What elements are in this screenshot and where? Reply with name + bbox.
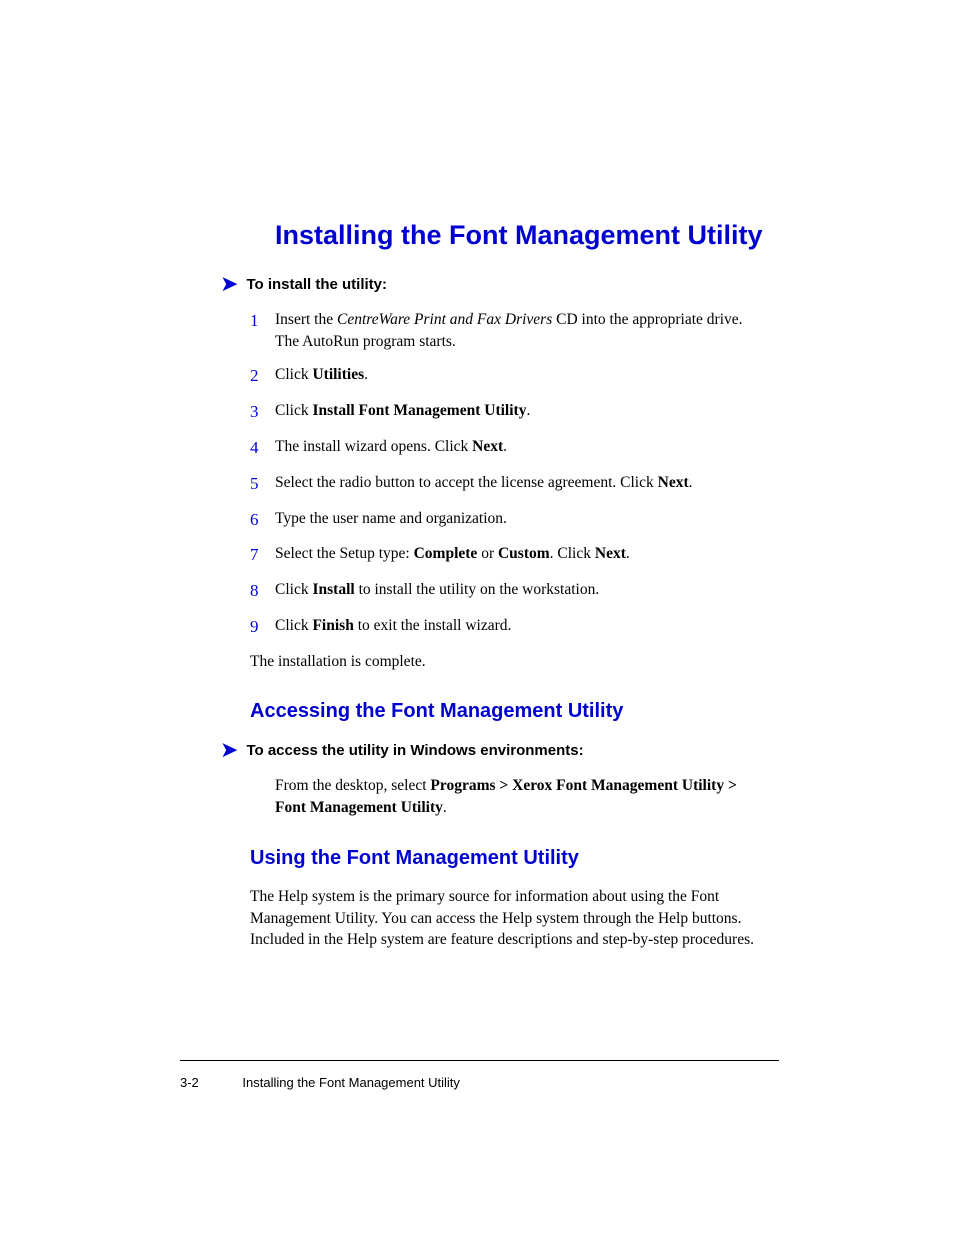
access-heading-text: To access the utility in Windows environ… bbox=[246, 742, 583, 759]
arrow-right-icon: ➤ bbox=[220, 739, 238, 761]
main-heading: Installing the Font Management Utility bbox=[275, 220, 779, 251]
access-body-text: From the desktop, select Programs > Xero… bbox=[275, 775, 779, 818]
footer-rule bbox=[180, 1060, 779, 1061]
step-text: Insert the CentreWare Print and Fax Driv… bbox=[275, 309, 779, 352]
step-number: 3 bbox=[250, 400, 275, 424]
step-number: 8 bbox=[250, 579, 275, 603]
install-heading-text: To install the utility: bbox=[246, 276, 387, 293]
footer-title: Installing the Font Management Utility bbox=[242, 1075, 460, 1090]
step-9: 9 Click Finish to exit the install wizar… bbox=[250, 615, 779, 639]
step-5: 5 Select the radio button to accept the … bbox=[250, 472, 779, 496]
accessing-heading: Accessing the Font Management Utility bbox=[250, 700, 779, 723]
step-3: 3 Click Install Font Management Utility. bbox=[250, 400, 779, 424]
page-number: 3-2 bbox=[180, 1075, 199, 1090]
install-procedure-heading: ➤ To install the utility: bbox=[220, 273, 779, 295]
step-text: Click Install Font Management Utility. bbox=[275, 400, 540, 424]
step-text: Click Install to install the utility on … bbox=[275, 579, 609, 603]
step-number: 2 bbox=[250, 364, 275, 388]
step-8: 8 Click Install to install the utility o… bbox=[250, 579, 779, 603]
step-number: 7 bbox=[250, 543, 275, 567]
step-text: Click Utilities. bbox=[275, 364, 378, 388]
footer-text: 3-2 Installing the Font Management Utili… bbox=[180, 1075, 779, 1090]
step-text: Click Finish to exit the install wizard. bbox=[275, 615, 521, 639]
page-footer: 3-2 Installing the Font Management Utili… bbox=[180, 1060, 779, 1090]
step-number: 5 bbox=[250, 472, 275, 496]
step-text: Type the user name and organization. bbox=[275, 508, 517, 532]
step-7: 7 Select the Setup type: Complete or Cus… bbox=[250, 543, 779, 567]
step-6: 6 Type the user name and organization. bbox=[250, 508, 779, 532]
step-text: The install wizard opens. Click Next. bbox=[275, 436, 517, 460]
install-complete-text: The installation is complete. bbox=[250, 651, 779, 673]
step-number: 9 bbox=[250, 615, 275, 639]
step-2: 2 Click Utilities. bbox=[250, 364, 779, 388]
step-number: 6 bbox=[250, 508, 275, 532]
arrow-right-icon: ➤ bbox=[220, 273, 238, 295]
step-4: 4 The install wizard opens. Click Next. bbox=[250, 436, 779, 460]
using-heading: Using the Font Management Utility bbox=[250, 847, 779, 870]
using-body-text: The Help system is the primary source fo… bbox=[250, 886, 779, 951]
step-text: Select the Setup type: Complete or Custo… bbox=[275, 543, 640, 567]
access-procedure-heading: ➤ To access the utility in Windows envir… bbox=[220, 739, 779, 761]
step-1: 1 Insert the CentreWare Print and Fax Dr… bbox=[250, 309, 779, 352]
page-content: Installing the Font Management Utility ➤… bbox=[0, 0, 954, 951]
step-number: 1 bbox=[250, 309, 275, 352]
step-text: Select the radio button to accept the li… bbox=[275, 472, 703, 496]
step-number: 4 bbox=[250, 436, 275, 460]
